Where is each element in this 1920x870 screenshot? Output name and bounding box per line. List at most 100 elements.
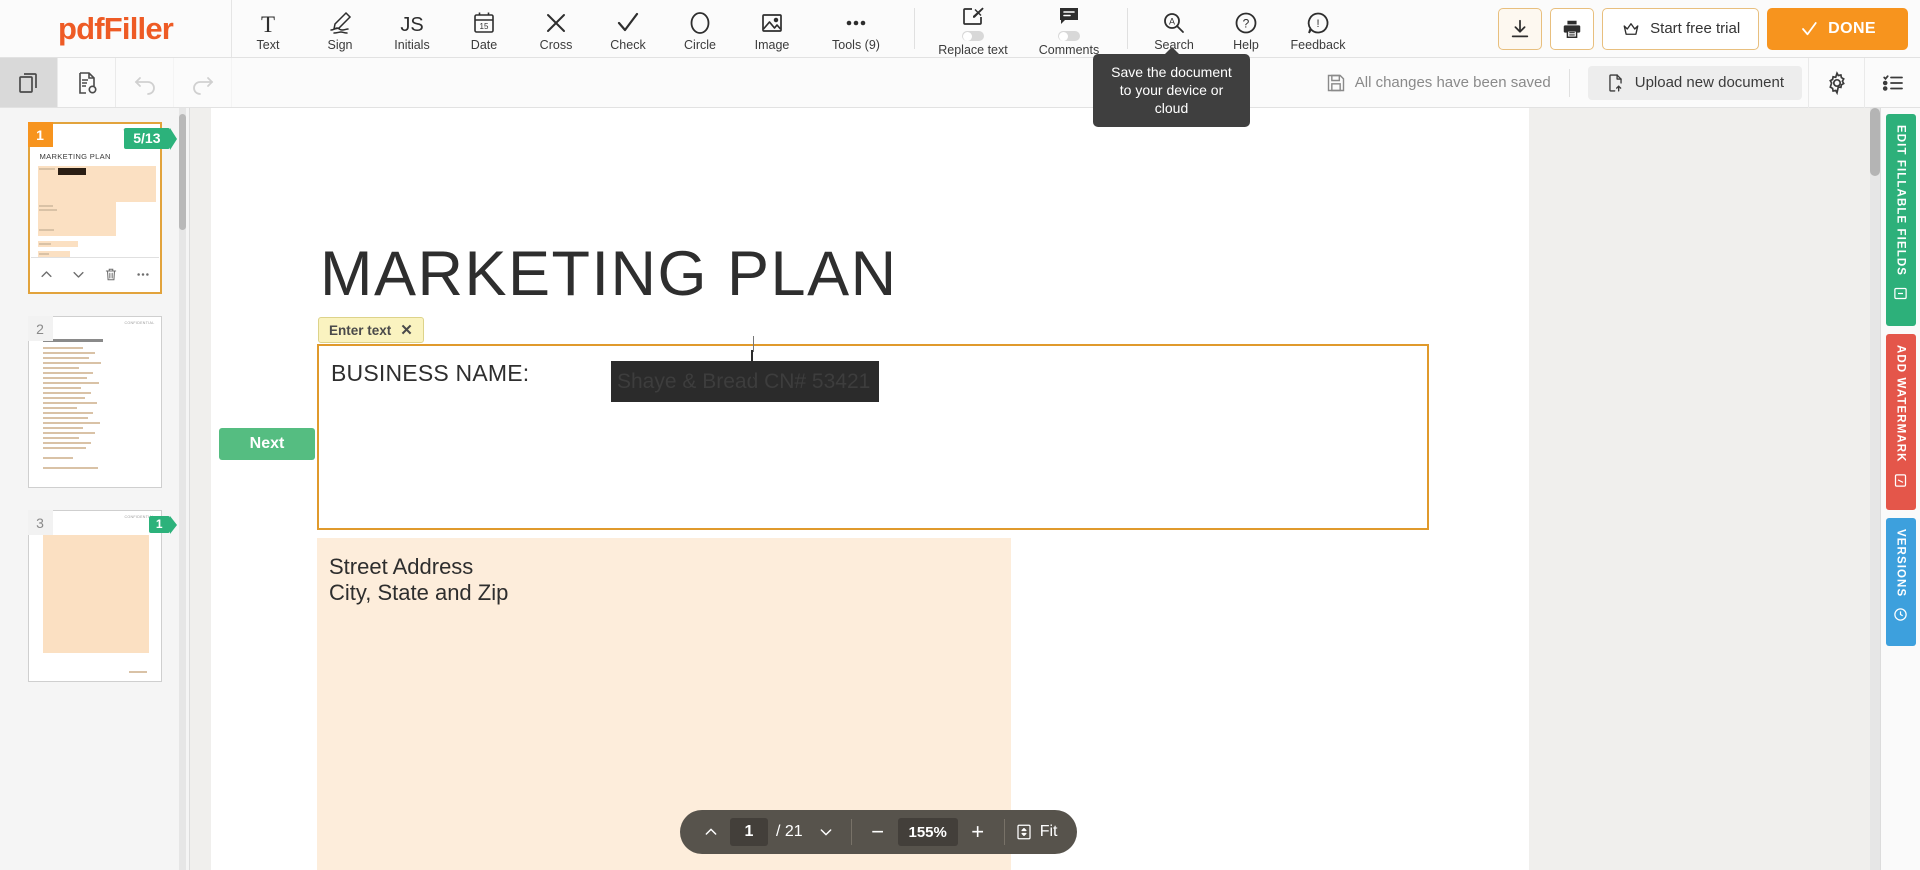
tool-text[interactable]: T Text bbox=[232, 0, 304, 57]
thumb2-line-22 bbox=[42, 457, 73, 459]
comments-switch[interactable] bbox=[1058, 31, 1080, 41]
document-settings-button[interactable] bbox=[58, 58, 116, 107]
business-name-input[interactable]: Shaye & Bread CN# 53421 bbox=[611, 361, 879, 402]
rail-versions[interactable]: VERSIONS bbox=[1885, 518, 1916, 646]
delete-page-button[interactable] bbox=[98, 262, 124, 288]
thumb2-line-20 bbox=[42, 442, 91, 444]
move-page-up-button[interactable] bbox=[34, 262, 60, 288]
page-more-options-button[interactable] bbox=[130, 262, 156, 288]
download-icon bbox=[1511, 19, 1529, 37]
tool-date[interactable]: 15 Date bbox=[448, 0, 520, 57]
date-icon: 15 bbox=[472, 10, 496, 36]
svg-text:A: A bbox=[1169, 16, 1175, 26]
right-rail: EDIT FILLABLE FIELDS ADD WATERMARK VERSI… bbox=[1880, 108, 1920, 870]
tool-sign[interactable]: Sign bbox=[304, 0, 376, 57]
rail-edit-fillable-fields[interactable]: EDIT FILLABLE FIELDS bbox=[1885, 114, 1916, 326]
thumb2-line-2 bbox=[42, 352, 95, 354]
zoom-in-button[interactable]: + bbox=[962, 819, 994, 845]
zoom-group: − 155% + bbox=[852, 818, 1004, 846]
thumbnail-page-number: 3 bbox=[27, 510, 53, 535]
thumb2-line-11 bbox=[42, 397, 85, 399]
thumbnail-fields-badge: 5/13 bbox=[124, 128, 177, 150]
tool-cross[interactable]: Cross bbox=[520, 0, 592, 57]
next-field-button[interactable]: Next bbox=[219, 428, 315, 460]
thumbnail-preview: CONFIDENTIAL bbox=[27, 316, 162, 488]
toggle-tools-group: Replace text Comments bbox=[925, 0, 1117, 57]
crown-icon bbox=[1623, 22, 1639, 35]
thumbnail-preview: CONFIDENTIAL bbox=[27, 510, 162, 682]
toggle-comments[interactable]: Comments bbox=[1021, 0, 1117, 57]
done-button[interactable]: DONE bbox=[1767, 7, 1908, 50]
toggle-replace-text[interactable]: Replace text bbox=[925, 0, 1021, 57]
tool-check[interactable]: Check bbox=[592, 0, 664, 57]
tool-initials-label: Initials bbox=[394, 37, 430, 52]
thumbnail-page-3[interactable]: 3 1 CONFIDENTIAL bbox=[27, 510, 177, 682]
annotation-tools-group: T Text Sign JS Initials 15 Date Cross Ch… bbox=[232, 0, 904, 57]
more-icon bbox=[136, 273, 149, 276]
start-free-trial-button[interactable]: Start free trial bbox=[1602, 7, 1760, 50]
tool-feedback[interactable]: ! Feedback bbox=[1282, 0, 1354, 57]
print-icon bbox=[1563, 20, 1581, 38]
business-name-field[interactable]: BUSINESS NAME: Shaye & Bread CN# 53421 bbox=[317, 344, 1429, 530]
more-icon bbox=[843, 10, 869, 36]
tool-circle-label: Circle bbox=[684, 37, 716, 52]
thumb2-line-1 bbox=[42, 347, 83, 349]
brand-logo[interactable]: pdfFiller bbox=[0, 0, 232, 57]
move-page-down-button[interactable] bbox=[66, 262, 92, 288]
thumbnail-confidential: CONFIDENTIAL bbox=[124, 321, 155, 325]
redo-button[interactable] bbox=[174, 58, 232, 107]
zoom-out-button[interactable]: − bbox=[862, 819, 894, 845]
thumb2-line-19 bbox=[42, 437, 79, 439]
undo-button[interactable] bbox=[116, 58, 174, 107]
tool-image-label: Image bbox=[754, 37, 790, 52]
download-button[interactable] bbox=[1498, 7, 1543, 50]
versions-icon bbox=[1893, 607, 1908, 622]
thumb2-line-6 bbox=[42, 372, 93, 374]
thumb2-line-5 bbox=[42, 367, 79, 369]
tool-check-label: Check bbox=[610, 37, 646, 52]
mouse-text-cursor bbox=[753, 336, 754, 352]
thumb2-line-10 bbox=[42, 392, 91, 394]
thumb-line-6 bbox=[38, 253, 49, 255]
thumbnail-page-2[interactable]: 2 CONFIDENTIAL bbox=[27, 316, 162, 488]
tool-sign-label: Sign bbox=[327, 37, 353, 52]
tool-image[interactable]: Image bbox=[736, 0, 808, 57]
rail-add-watermark[interactable]: ADD WATERMARK bbox=[1885, 334, 1916, 510]
print-button[interactable] bbox=[1550, 7, 1595, 50]
zoom-level-input[interactable]: 155% bbox=[897, 818, 958, 846]
thumbnail-page-number: 1 bbox=[27, 122, 53, 147]
tool-text-label: Text bbox=[256, 37, 280, 52]
document-scroll-track[interactable] bbox=[1870, 108, 1880, 870]
pages-panel-button[interactable] bbox=[0, 58, 58, 107]
thumb-block-a bbox=[37, 166, 156, 202]
tool-circle[interactable]: Circle bbox=[664, 0, 736, 57]
business-name-value: Shaye & Bread CN# 53421 bbox=[617, 369, 871, 393]
tooltip-line-2: to your device or cloud bbox=[1119, 82, 1224, 117]
tool-initials[interactable]: JS Initials bbox=[376, 0, 448, 57]
tool-help[interactable]: ? Help bbox=[1210, 0, 1282, 57]
replace-text-switch[interactable] bbox=[962, 31, 984, 41]
svg-text:T: T bbox=[261, 12, 275, 35]
page-dropdown-button[interactable] bbox=[811, 817, 841, 847]
close-icon[interactable]: ✕ bbox=[400, 321, 413, 339]
thumbnail-page-1[interactable]: 1 5/13 CONFIDENTIAL MARKETING PLAN bbox=[27, 122, 177, 294]
thumbnail-scrollbar[interactable] bbox=[179, 114, 186, 230]
tool-more-tools[interactable]: Tools (9) bbox=[808, 0, 904, 57]
field-tag-enter-text[interactable]: Enter text ✕ bbox=[318, 317, 424, 343]
sign-icon bbox=[327, 10, 353, 36]
thumbnail-panel: 1 5/13 CONFIDENTIAL MARKETING PLAN bbox=[0, 108, 190, 870]
menu-button[interactable] bbox=[1864, 58, 1920, 108]
fit-page-button[interactable]: Fit bbox=[1005, 823, 1072, 841]
field-tag-label: Enter text bbox=[329, 322, 392, 338]
fit-label: Fit bbox=[1039, 823, 1058, 840]
current-page-input[interactable]: 1 bbox=[730, 818, 768, 846]
pdffiller-editor: pdfFiller T Text Sign JS Initials 15 Dat… bbox=[0, 0, 1920, 870]
previous-page-button[interactable] bbox=[696, 817, 726, 847]
check-icon bbox=[616, 10, 640, 36]
document-scrollbar[interactable] bbox=[1870, 108, 1880, 176]
page-title: MARKETING PLAN bbox=[320, 239, 898, 309]
upload-new-document-button[interactable]: Upload new document bbox=[1587, 65, 1802, 100]
settings-button[interactable] bbox=[1808, 58, 1864, 108]
svg-text:?: ? bbox=[1243, 16, 1250, 30]
secondary-toolbar: All changes have been saved Upload new d… bbox=[0, 58, 1920, 108]
